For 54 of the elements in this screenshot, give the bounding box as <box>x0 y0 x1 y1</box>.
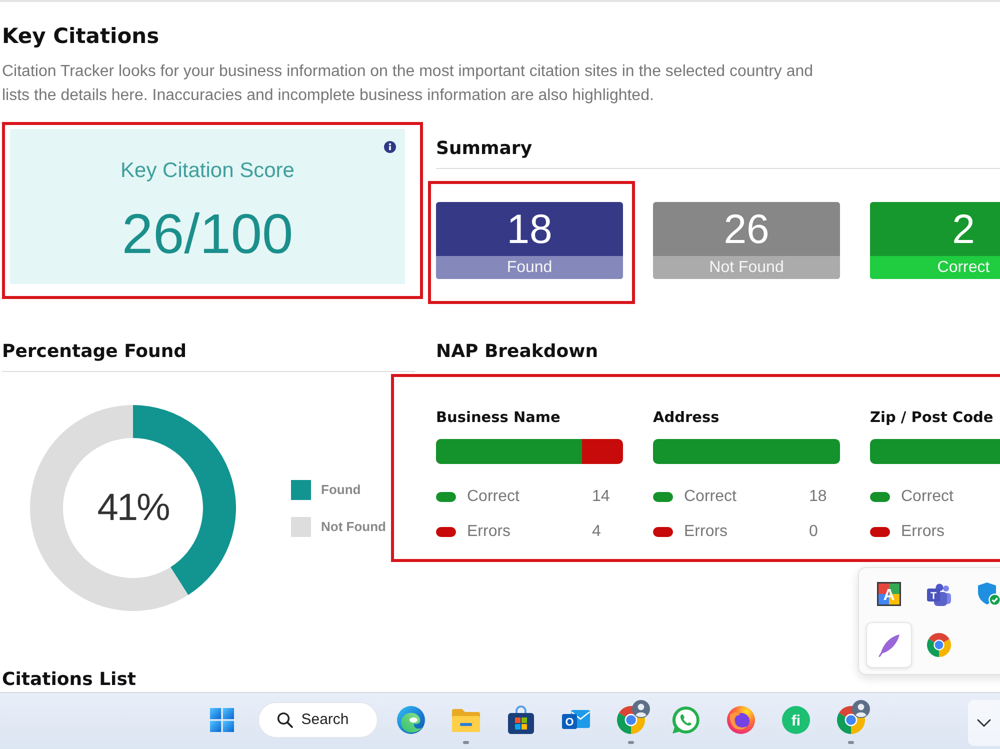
chat-bubble-icon[interactable] <box>672 706 700 734</box>
avatar-icon <box>852 700 870 718</box>
legend-label: Correct <box>467 487 520 507</box>
legend-label: Found <box>321 480 361 498</box>
column-title: Business Name <box>436 409 560 428</box>
legend-pill-icon <box>436 527 456 537</box>
chevron-icon <box>977 719 991 727</box>
feather-icon <box>878 634 900 656</box>
search-button[interactable]: Search <box>258 702 378 738</box>
legend-label: Errors <box>684 522 728 542</box>
legend-label: Errors <box>901 522 945 542</box>
legend-pill-icon <box>870 492 890 502</box>
swirl-icon[interactable] <box>397 706 425 734</box>
flame-globe-icon[interactable] <box>727 706 755 734</box>
column-title: Zip / Post Code <box>870 409 994 428</box>
count-value: 0 <box>809 522 818 542</box>
legend-label: Errors <box>467 522 511 542</box>
shopping-bag-icon[interactable] <box>508 706 534 734</box>
section-title: Percentage Found <box>2 340 415 372</box>
tray-item[interactable] <box>866 622 912 668</box>
legend-label: Correct <box>901 487 954 507</box>
tray-item[interactable]: T <box>916 571 962 617</box>
count-value: 4 <box>592 522 601 542</box>
letter-tile-icon: A <box>877 582 901 606</box>
search-icon <box>277 712 294 728</box>
legend-pill-icon <box>653 492 673 502</box>
section-title: Summary <box>436 137 1000 169</box>
show-more-button[interactable] <box>968 700 1000 746</box>
legend-pill-icon <box>436 492 456 502</box>
legend-label: Not Found <box>321 518 386 536</box>
score-label: Key Citation Score <box>120 158 294 184</box>
legend-label: Correct <box>684 487 736 507</box>
section-title: NAP Breakdown <box>436 340 600 364</box>
avatar-icon <box>632 700 650 718</box>
legend-pill-icon <box>653 527 673 537</box>
stat-label: Found <box>436 256 623 279</box>
page-title: Key Citations <box>2 23 160 50</box>
info-icon[interactable] <box>384 141 396 153</box>
folder-icon[interactable] <box>452 708 480 732</box>
center-value: 41% <box>97 486 169 530</box>
count-value: 14 <box>592 487 610 507</box>
stat-value: 18 <box>506 206 552 252</box>
stat-value: 26 <box>724 206 770 252</box>
count-value: 18 <box>809 487 827 507</box>
section-title: Citations List <box>2 668 136 692</box>
start-icon[interactable] <box>210 708 234 732</box>
ring-logo-icon <box>927 633 951 657</box>
legend-pill-icon <box>870 527 890 537</box>
column-title: Address <box>653 409 720 428</box>
score-value: 26/100 <box>122 204 294 264</box>
stat-label: Not Found <box>653 256 840 279</box>
stat-value: 2 <box>952 206 975 252</box>
page-description: Citation Tracker looks for your business information on the most important citation sites in the selected country and lists the details here. Inaccuracies and incomplete business information are also highlighted. <box>2 62 814 106</box>
stat-label: Correct <box>870 256 1000 279</box>
